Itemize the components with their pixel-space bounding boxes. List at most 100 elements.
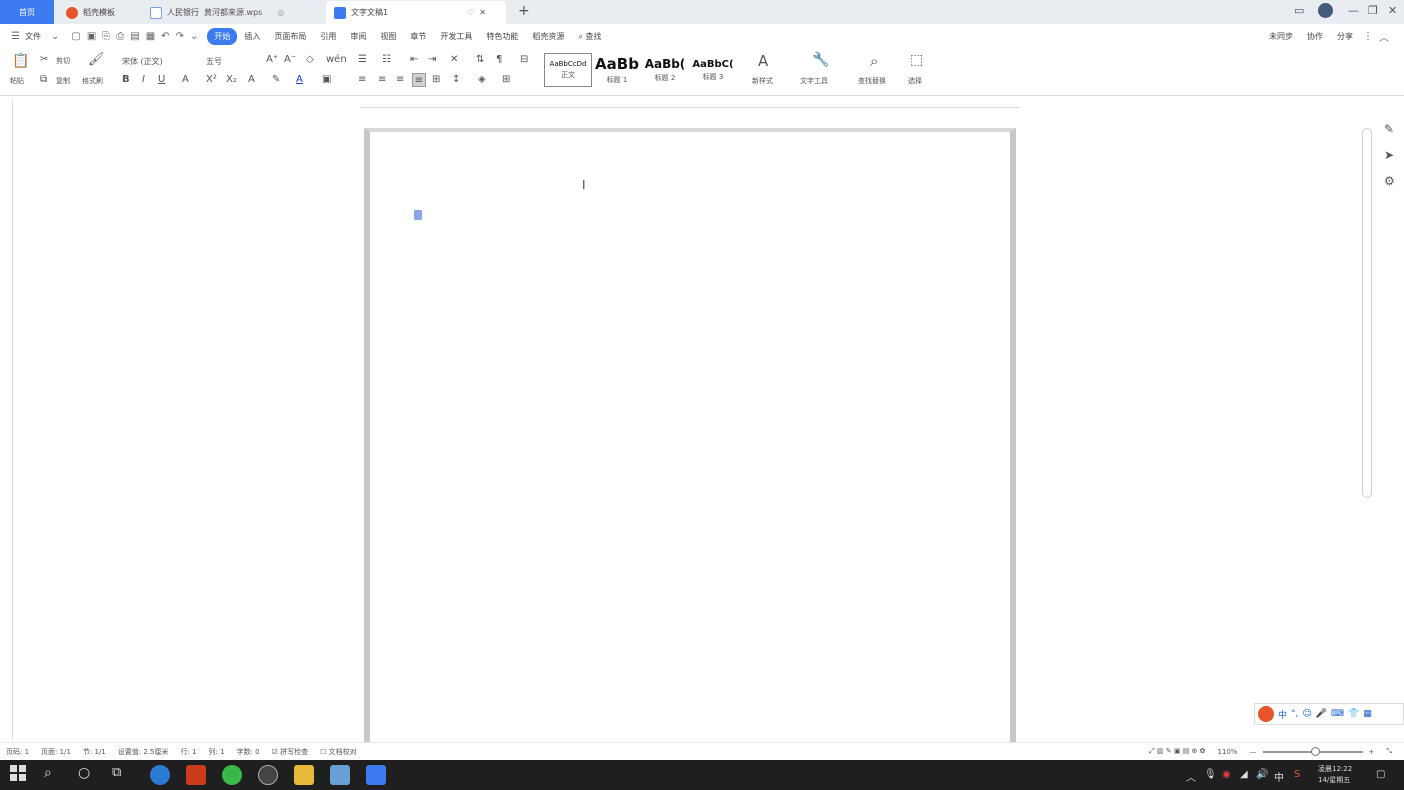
zoom-out-icon[interactable]: — — [1244, 748, 1263, 756]
format-painter-icon[interactable]: 🖌 — [88, 52, 105, 67]
export-icon[interactable]: ⎘ — [99, 31, 113, 42]
menu-chapter[interactable]: 章节 — [403, 28, 433, 45]
font-color-icon[interactable]: A — [296, 74, 303, 85]
preview-icon[interactable]: ▤ — [127, 31, 142, 42]
status-pages[interactable]: 页面: 1/1 — [35, 747, 77, 757]
avatar[interactable] — [1318, 3, 1333, 18]
file-explorer-icon[interactable] — [294, 765, 314, 785]
share-button[interactable]: 分享 — [1330, 28, 1360, 45]
zoom-slider[interactable] — [1262, 746, 1363, 756]
task-view-icon[interactable]: ⧉ — [112, 765, 132, 785]
clear-format-icon[interactable]: ◇ — [306, 54, 314, 65]
superscript-icon[interactable]: X² — [206, 74, 217, 85]
font-name-select[interactable]: 宋体 (正文) — [122, 56, 163, 67]
window-layout-icon[interactable]: ▭ — [1294, 4, 1304, 17]
font-size-select[interactable]: 五号 — [206, 56, 222, 67]
security-icon[interactable]: ◉ — [1222, 769, 1231, 780]
find-icon[interactable]: ⌕ — [870, 52, 878, 70]
browser-icon[interactable] — [150, 765, 170, 785]
menu-docer-resources[interactable]: 稻壳资源 — [525, 28, 571, 45]
view-mode-icons[interactable]: ⤢ ▥ ✎ ▣ ▤ ⊕ ✿ — [1143, 747, 1211, 756]
align-right-icon[interactable]: ≡ — [396, 74, 404, 85]
close-icon[interactable]: ◎ — [277, 8, 284, 17]
collaborate-button[interactable]: 协作 — [1300, 28, 1330, 45]
wrench-icon[interactable]: 🔧 — [812, 52, 829, 68]
sogou-icon[interactable] — [1258, 706, 1274, 722]
sort-icon[interactable]: ⇅ — [476, 54, 484, 65]
wechat-icon[interactable] — [222, 765, 242, 785]
notification-icon[interactable]: ▢ — [1376, 769, 1385, 780]
minimize-icon[interactable]: — — [1348, 4, 1359, 17]
menu-view[interactable]: 视图 — [373, 28, 403, 45]
paste-button[interactable]: 粘贴 — [10, 76, 24, 86]
style-heading-2[interactable]: AaBb( 标题 2 — [642, 53, 688, 87]
char-border-icon[interactable]: ▣ — [322, 74, 331, 85]
text-tools-button[interactable]: 文字工具 — [800, 76, 828, 86]
status-row[interactable]: 行: 1 — [174, 747, 202, 757]
paragraph-handle-icon[interactable] — [414, 210, 422, 220]
new-style-button[interactable]: 新样式 — [752, 76, 773, 86]
fullscreen-icon[interactable]: ⤡ — [1380, 747, 1398, 756]
tab-docer[interactable]: 稻壳模板 — [58, 1, 140, 24]
chevron-up-icon[interactable]: ︿ — [1186, 769, 1196, 784]
status-words[interactable]: 字数: 0 — [231, 747, 266, 757]
skin-icon[interactable]: 👕 — [1348, 709, 1359, 719]
show-marks-icon[interactable]: ¶ — [496, 54, 502, 65]
paste-icon[interactable]: 📋 — [12, 52, 30, 70]
copy-button[interactable]: 复制 — [56, 76, 70, 86]
notes-app-icon[interactable] — [330, 765, 350, 785]
redo-icon[interactable]: ↷ — [173, 31, 187, 42]
tab-stops-icon[interactable]: ⊟ — [520, 54, 528, 65]
style-heading-3[interactable]: AaBbC( 标题 3 — [690, 53, 736, 87]
more-icon[interactable]: ⌄ — [187, 31, 201, 42]
emoji-icon[interactable]: ☺ — [1302, 709, 1311, 719]
punctuation-icon[interactable]: °, — [1291, 709, 1298, 719]
horizontal-ruler[interactable] — [360, 98, 1020, 108]
menu-file[interactable]: 文件 — [23, 28, 48, 45]
windows-start-icon[interactable] — [10, 765, 30, 785]
shrink-font-icon[interactable]: A⁻ — [284, 54, 296, 65]
pdf-icon[interactable]: ▦ — [143, 31, 158, 42]
numbered-list-icon[interactable]: ☷ — [382, 54, 391, 65]
line-spacing-icon[interactable]: ↕ — [452, 74, 460, 85]
spell-check-button[interactable]: ☑ 拼写检查 — [266, 747, 315, 757]
zoom-slider-handle[interactable] — [1310, 746, 1320, 756]
highlight-icon[interactable]: ✎ — [272, 74, 280, 85]
pen-icon[interactable]: ✎ — [1384, 122, 1394, 136]
system-clock[interactable]: 凌晨12:22 14/星期五 — [1318, 764, 1352, 786]
style-normal[interactable]: AaBbCcDd 正文 — [544, 53, 592, 87]
taskbar-lang[interactable]: 中 — [1274, 769, 1284, 784]
print-icon[interactable]: ⎙ — [113, 31, 127, 42]
new-tab-button[interactable]: + — [518, 3, 530, 19]
sogou-tray-icon[interactable]: S — [1294, 769, 1300, 780]
settings-sliders-icon[interactable]: ⚙ — [1384, 174, 1395, 188]
keyboard-icon[interactable]: ⌨ — [1331, 709, 1344, 719]
volume-icon[interactable]: 🔊 — [1256, 769, 1268, 780]
mic-tray-icon[interactable]: 🎙 — [1204, 769, 1217, 780]
subscript-icon[interactable]: X₂ — [226, 74, 237, 85]
tab-document-2[interactable]: 文字文稿1 ♡ ✕ — [326, 1, 506, 24]
select-icon[interactable]: ⬚ — [910, 52, 923, 68]
search-icon[interactable]: ⌕ — [44, 765, 64, 785]
zoom-level[interactable]: 110% — [1212, 748, 1244, 756]
bold-icon[interactable]: B — [122, 74, 130, 85]
vertical-ruler[interactable] — [0, 100, 13, 740]
align-left-icon[interactable]: ≡ — [358, 74, 366, 85]
pointer-icon[interactable]: ➤ — [1384, 148, 1394, 162]
sync-status[interactable]: 未同步 — [1262, 28, 1300, 45]
mic-icon[interactable]: 🎤 — [1316, 709, 1327, 719]
status-section[interactable]: 节: 1/1 — [77, 747, 112, 757]
text-effect-icon[interactable]: A — [248, 74, 255, 85]
increase-indent-icon[interactable]: ⇥ — [428, 54, 436, 65]
new-style-icon[interactable]: A — [758, 52, 768, 70]
tab-document-1[interactable]: 人民银行 黄河都来源.wps ◎ — [142, 1, 322, 24]
hamburger-icon[interactable]: ☰ — [8, 31, 23, 42]
status-page[interactable]: 页码: 1 — [0, 747, 35, 757]
cut-button[interactable]: 剪切 — [56, 56, 70, 66]
close-icon[interactable]: ✕ — [479, 8, 486, 17]
undo-icon[interactable]: ↶ — [158, 31, 172, 42]
select-button[interactable]: 选择 — [908, 76, 922, 86]
close-window-icon[interactable]: ✕ — [1388, 4, 1397, 17]
save-icon[interactable]: ▣ — [84, 31, 99, 42]
menu-review[interactable]: 审阅 — [343, 28, 373, 45]
